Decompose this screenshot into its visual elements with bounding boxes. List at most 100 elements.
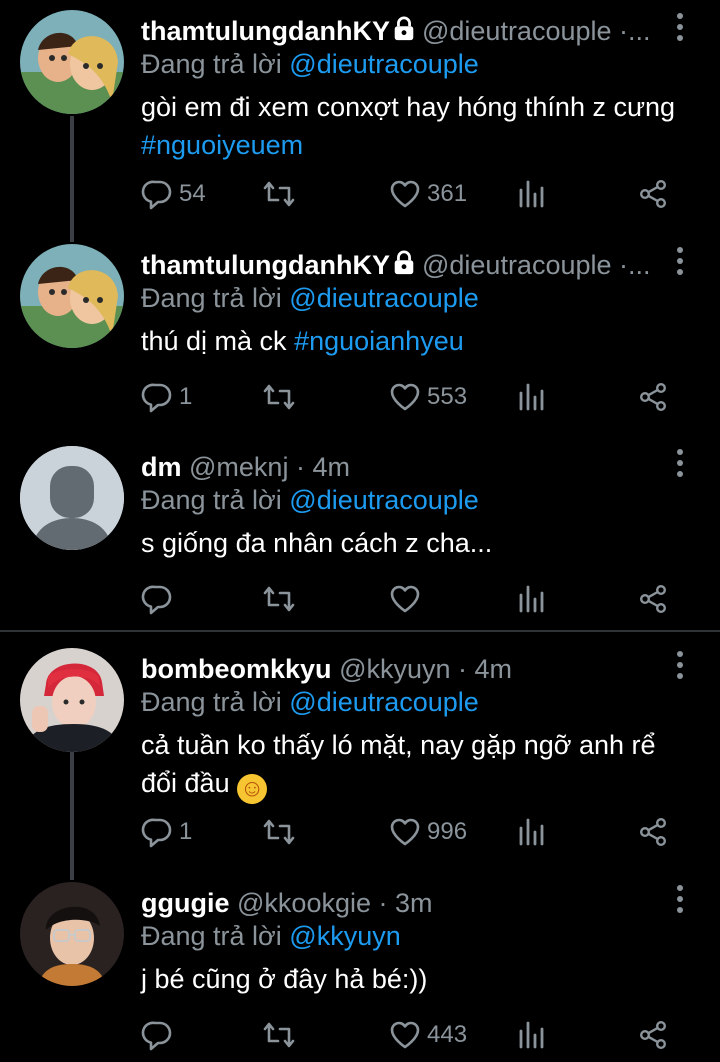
hashtag-link[interactable]: #nguoianhyeu	[294, 326, 464, 356]
replying-label: Đang trả lời	[141, 283, 282, 313]
retweet-icon	[261, 381, 297, 413]
share-icon	[637, 1019, 669, 1051]
handle[interactable]: @kkyuyn · 4m	[339, 654, 512, 684]
replying-to: Đang trả lời @dieutracouple	[141, 482, 479, 518]
handle[interactable]: @dieutracouple ·...	[422, 250, 651, 280]
tweet[interactable]: thamtulungdanhKY @dieutracouple ·... Đang…	[0, 234, 720, 436]
stats-button[interactable]	[515, 1017, 547, 1053]
tweet-text-line: cả tuần ko thấy ló mặt, nay gặp ngỡ anh …	[141, 730, 656, 760]
display-name[interactable]: ggugie	[141, 888, 230, 918]
stats-icon	[515, 381, 547, 413]
retweet-button[interactable]	[261, 1017, 297, 1053]
avatar[interactable]	[20, 10, 124, 114]
display-name[interactable]: bombeomkkyu	[141, 654, 332, 684]
tweet[interactable]: dm @meknj · 4m Đang trả lời @dieutracoup…	[0, 436, 720, 628]
heart-icon	[389, 816, 421, 848]
stats-button[interactable]	[515, 814, 547, 850]
tweet-actions: 1 996	[141, 814, 681, 850]
tweet-header: thamtulungdanhKY @dieutracouple ·...	[141, 12, 660, 50]
mention-link[interactable]: @dieutracouple	[289, 283, 479, 313]
retweet-button[interactable]	[261, 176, 297, 212]
smile-emoji-icon: ☺	[237, 774, 268, 804]
share-button[interactable]	[637, 379, 669, 415]
replying-to: Đang trả lời @kkyuyn	[141, 918, 401, 954]
stats-button[interactable]	[515, 581, 547, 617]
tweet-header: dm @meknj · 4m	[141, 448, 660, 486]
share-button[interactable]	[637, 814, 669, 850]
tweet-header: bombeomkkyu @kkyuyn · 4m	[141, 650, 660, 688]
reply-button[interactable]: 1	[141, 814, 192, 850]
reply-button[interactable]	[141, 581, 173, 617]
more-options-icon[interactable]	[672, 884, 688, 914]
tweet-text: thú dị mà ck #nguoianhyeu	[141, 322, 701, 360]
mention-link[interactable]: @dieutracouple	[289, 49, 479, 79]
replying-label: Đang trả lời	[141, 921, 282, 951]
share-icon	[637, 816, 669, 848]
stats-button[interactable]	[515, 176, 547, 212]
heart-icon	[389, 178, 421, 210]
hashtag-link[interactable]: #nguoiyeuem	[141, 130, 303, 160]
retweet-button[interactable]	[261, 581, 297, 617]
mention-link[interactable]: @kkyuyn	[289, 921, 400, 951]
handle[interactable]: @dieutracouple ·...	[422, 16, 651, 46]
reply-button[interactable]: 1	[141, 379, 192, 415]
tweet-text-line: đổi đầu	[141, 768, 230, 798]
replying-to: Đang trả lời @dieutracouple	[141, 280, 479, 316]
more-options-icon[interactable]	[672, 12, 688, 42]
stats-icon	[515, 1019, 547, 1051]
retweet-icon	[261, 178, 297, 210]
reply-button[interactable]: 54	[141, 176, 206, 212]
reply-icon	[141, 583, 173, 615]
heart-icon	[389, 1019, 421, 1051]
tweet-actions	[141, 581, 681, 617]
avatar[interactable]	[20, 882, 124, 986]
like-count: 996	[427, 818, 468, 845]
handle[interactable]: @meknj · 4m	[189, 452, 350, 482]
share-button[interactable]	[637, 581, 669, 617]
replying-label: Đang trả lời	[141, 687, 282, 717]
tweet-header: thamtulungdanhKY @dieutracouple ·...	[141, 246, 660, 284]
like-button[interactable]: 553	[389, 379, 467, 415]
handle[interactable]: @kkookgie · 3m	[237, 888, 432, 918]
like-button[interactable]	[389, 581, 421, 617]
share-button[interactable]	[637, 176, 669, 212]
like-count: 361	[427, 180, 468, 207]
avatar[interactable]	[20, 648, 124, 752]
mention-link[interactable]: @dieutracouple	[289, 485, 479, 515]
like-count: 553	[427, 383, 468, 410]
display-name[interactable]: thamtulungdanhKY	[141, 16, 390, 46]
lock-icon	[392, 250, 416, 276]
replying-to: Đang trả lời @dieutracouple	[141, 46, 479, 82]
share-button[interactable]	[637, 1017, 669, 1053]
display-name[interactable]: dm	[141, 452, 182, 482]
avatar[interactable]	[20, 446, 124, 550]
retweet-icon	[261, 1019, 297, 1051]
retweet-button[interactable]	[261, 814, 297, 850]
tweet-text-body: j bé cũng ở đây hả bé:))	[141, 964, 428, 994]
reply-button[interactable]	[141, 1017, 173, 1053]
like-button[interactable]: 361	[389, 176, 467, 212]
retweet-icon	[261, 583, 297, 615]
more-options-icon[interactable]	[672, 448, 688, 478]
avatar[interactable]	[20, 244, 124, 348]
stats-button[interactable]	[515, 379, 547, 415]
share-icon	[637, 583, 669, 615]
share-icon	[637, 381, 669, 413]
more-options-icon[interactable]	[672, 246, 688, 276]
retweet-button[interactable]	[261, 379, 297, 415]
tweet-actions: 1 553	[141, 379, 681, 415]
tweet[interactable]: bombeomkkyu @kkyuyn · 4m Đang trả lời @d…	[0, 638, 720, 872]
tweet[interactable]: ggugie @kkookgie · 3m Đang trả lời @kkyu…	[0, 872, 720, 1062]
like-button[interactable]: 996	[389, 814, 467, 850]
tweet-text: s giống đa nhân cách z cha...	[141, 524, 701, 562]
display-name[interactable]: thamtulungdanhKY	[141, 250, 390, 280]
reply-icon	[141, 816, 173, 848]
more-options-icon[interactable]	[672, 650, 688, 680]
reply-icon	[141, 178, 173, 210]
heart-icon	[389, 381, 421, 413]
tweet[interactable]: thamtulungdanhKY @dieutracouple ·... Đang…	[0, 0, 720, 236]
share-icon	[637, 178, 669, 210]
like-button[interactable]: 443	[389, 1017, 467, 1053]
mention-link[interactable]: @dieutracouple	[289, 687, 479, 717]
tweet-text: j bé cũng ở đây hả bé:))	[141, 960, 701, 998]
